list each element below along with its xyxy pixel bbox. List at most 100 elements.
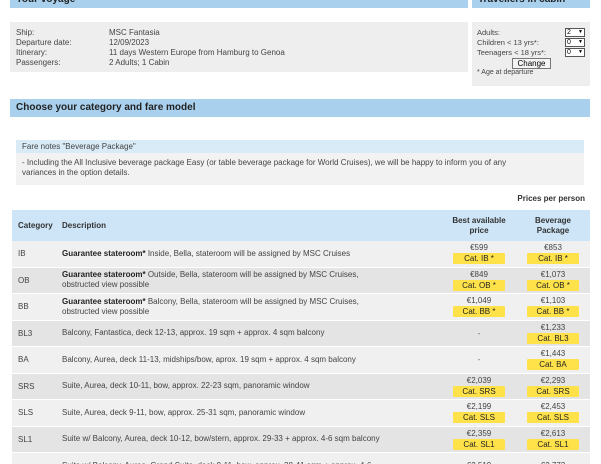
col-best-price-line1: Best available — [452, 215, 506, 225]
itinerary-value: 11 days Western Europe from Hamburg to G… — [109, 48, 285, 57]
beverage-price-cell: €2,773 — [516, 453, 590, 464]
guarantee-label: Guarantee stateroom* — [62, 296, 146, 306]
col-best-price-line2: price — [469, 225, 489, 235]
table-row: Suite w/ Balcony, Aurea, Grand Suite, de… — [12, 453, 590, 464]
description-text: obstructed view possible — [62, 306, 150, 316]
description-text: Inside, Bella, stateroom will be assigne… — [145, 248, 351, 258]
travellers-panel: Adults: 2 ▼ Children < 13 yrs*: 0 ▼ Teenag… — [472, 22, 590, 86]
row-description: Suite w/ Balcony, Aurea, deck 10-12, bow… — [62, 427, 442, 453]
select-category-button[interactable]: Cat. SRS — [527, 385, 579, 397]
beverage-price-value: €2,453 — [540, 402, 566, 412]
best-price-cell: €849 Cat. OB * — [442, 268, 516, 294]
row-category-code: IB — [18, 249, 26, 259]
col-beverage-package: Beverage Package — [516, 210, 590, 241]
chevron-down-icon: ▼ — [578, 38, 583, 45]
beverage-price-value: €1,443 — [540, 349, 566, 359]
description-text: Balcony, Aurea, deck 11-13, midships/bow… — [62, 354, 356, 364]
col-description: Description — [62, 221, 107, 230]
beverage-price-value: €1,103 — [540, 296, 566, 306]
description-text: Balcony, Bella, stateroom will be assign… — [145, 296, 359, 306]
col-category: Category — [18, 221, 53, 230]
beverage-price-value: €853 — [544, 243, 562, 253]
teens-row: Teenagers < 18 yrs*: 0 ▼ — [477, 47, 585, 57]
row-description: Suite, Aurea, deck 10-11, bow, approx. 2… — [62, 374, 442, 400]
select-category-button[interactable]: Cat. SLS — [527, 412, 579, 424]
itinerary-label: Itinerary: — [16, 48, 48, 57]
select-category-button[interactable]: Cat. BA — [527, 359, 579, 371]
best-price-cell: €2,039 Cat. SRS — [442, 374, 516, 400]
departure-date-value: 12/09/2023 — [109, 38, 150, 47]
change-button[interactable]: Change — [512, 58, 551, 69]
table-row: OB Guarantee stateroom* Outside, Bella, s… — [12, 267, 590, 294]
best-price-value: €599 — [470, 243, 488, 253]
children-label: Children < 13 yrs*: — [477, 37, 539, 47]
adults-select[interactable]: 2 ▼ — [565, 27, 585, 37]
children-value: 0 — [567, 38, 571, 46]
best-price-value: €2,359 — [466, 428, 492, 438]
adults-value: 2 — [567, 28, 571, 36]
row-description: Suite w/ Balcony, Aurea, Grand Suite, de… — [62, 453, 442, 464]
row-category-code: BL3 — [18, 328, 33, 338]
select-category-button[interactable]: Cat. BB * — [527, 306, 579, 318]
best-price-value: - — [477, 328, 481, 338]
guarantee-label: Guarantee stateroom* — [62, 248, 146, 258]
voyage-summary: Ship: MSC Fantasia Departure date: 12/09/2… — [10, 22, 468, 72]
row-category-code: OB — [18, 275, 30, 285]
passengers-label: Passengers: — [16, 58, 61, 67]
select-category-button[interactable]: Cat. SL1 — [453, 438, 505, 450]
table-body: IB Guarantee stateroom* Inside, Bella, st… — [12, 241, 590, 464]
row-description: Guarantee stateroom* Outside, Bella, sta… — [62, 268, 442, 294]
row-category-code: BB — [18, 302, 29, 312]
fare-notes-line: - Including the All Inclusive beverage p… — [22, 158, 507, 167]
age-note: * Age at departure — [477, 69, 534, 76]
select-category-button[interactable]: Cat. IB * — [453, 253, 505, 265]
voyage-row-ship: Ship: MSC Fantasia — [16, 28, 462, 38]
beverage-price-cell: €1,233 Cat. BL3 — [516, 321, 590, 347]
row-category-code: SRS — [18, 381, 35, 391]
chevron-down-icon: ▼ — [578, 28, 583, 35]
description-text: obstructed view possible — [62, 280, 150, 290]
fare-notes-line: variances in the option details. — [22, 168, 130, 177]
best-price-cell: €2,359 Cat. SL1 — [442, 427, 516, 453]
row-description: Guarantee stateroom* Balcony, Bella, sta… — [62, 294, 442, 320]
select-category-button[interactable]: Cat. OB * — [453, 279, 505, 291]
best-price-value: €2,039 — [466, 375, 492, 385]
select-category-button[interactable]: Cat. SL1 — [527, 438, 579, 450]
select-category-button[interactable]: Cat. SRS — [453, 385, 505, 397]
description-text: Balcony, Fantastica, deck 12-13, approx.… — [62, 328, 325, 338]
beverage-price-value: €1,073 — [540, 269, 566, 279]
select-category-button[interactable]: Cat. SLS — [453, 412, 505, 424]
row-description: Guarantee stateroom* Inside, Bella, stat… — [62, 241, 442, 267]
select-category-button[interactable]: Cat. IB * — [527, 253, 579, 265]
description-text: Suite, Aurea, deck 10-11, bow, approx. 2… — [62, 381, 310, 391]
table-row: IB Guarantee stateroom* Inside, Bella, st… — [12, 241, 590, 268]
beverage-price-cell: €1,443 Cat. BA — [516, 347, 590, 373]
adults-label: Adults: — [477, 27, 500, 37]
row-category-code: SLS — [18, 408, 34, 418]
children-select[interactable]: 0 ▼ — [565, 37, 585, 47]
select-category-button[interactable]: Cat. BB * — [453, 306, 505, 318]
row-description: Suite, Aurea, deck 9-11, bow, approx. 25… — [62, 400, 442, 426]
teens-select[interactable]: 0 ▼ — [565, 47, 585, 57]
voyage-row-itinerary: Itinerary: 11 days Western Europe from Ha… — [16, 48, 462, 58]
beverage-price-cell: €2,293 Cat. SRS — [516, 374, 590, 400]
beverage-price-value: €2,293 — [540, 375, 566, 385]
row-category-code: BA — [18, 355, 29, 365]
teens-value: 0 — [567, 48, 571, 56]
beverage-price-cell: €853 Cat. IB * — [516, 241, 590, 267]
departure-date-label: Departure date: — [16, 38, 72, 47]
ship-value: MSC Fantasia — [109, 28, 160, 37]
table-row: BA Balcony, Aurea, deck 11-13, midships/b… — [12, 347, 590, 374]
chevron-down-icon: ▼ — [578, 48, 583, 55]
best-price-cell: - — [442, 321, 516, 347]
select-category-button[interactable]: Cat. BL3 — [527, 332, 579, 344]
row-category-code — [12, 453, 62, 464]
table-row: SL1 Suite w/ Balcony, Aurea, deck 10-12, … — [12, 426, 590, 453]
adults-row: Adults: 2 ▼ — [477, 27, 585, 37]
guarantee-label: Guarantee stateroom* — [62, 270, 146, 280]
description-text: Outside, Bella, stateroom will be assign… — [145, 270, 359, 280]
beverage-price-value: €2,613 — [540, 428, 566, 438]
best-price-value: €1,049 — [466, 296, 492, 306]
travellers-header: Travellers in cabin — [472, 0, 590, 8]
select-category-button[interactable]: Cat. OB * — [527, 279, 579, 291]
